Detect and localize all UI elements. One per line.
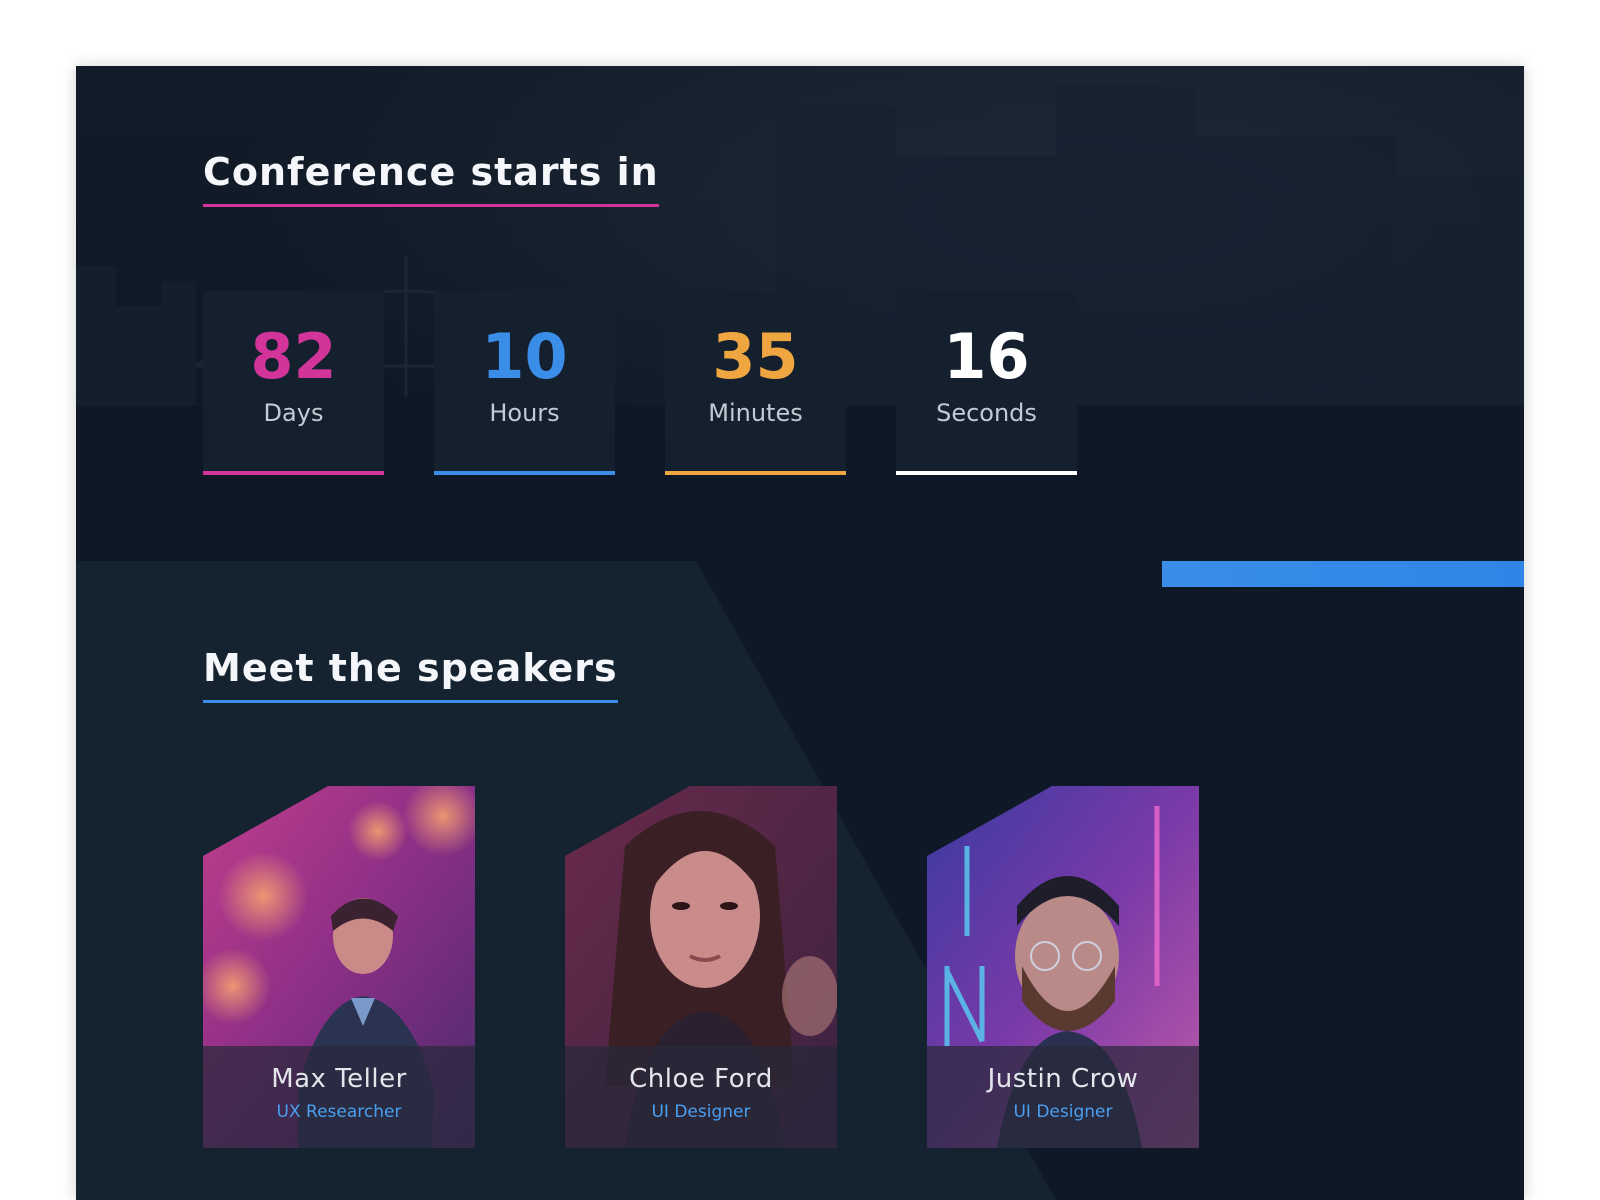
- countdown-days: 82 Days: [203, 291, 384, 475]
- speaker-caption: Justin Crow UI Designer: [927, 1046, 1199, 1148]
- days-value: 82: [250, 320, 337, 393]
- speaker-role: UI Designer: [651, 1102, 751, 1122]
- minutes-underline: [665, 471, 846, 475]
- countdown-minutes: 35 Minutes: [665, 291, 846, 475]
- seconds-label: Seconds: [936, 399, 1037, 427]
- countdown-title: Conference starts in: [203, 150, 659, 207]
- hours-value: 10: [481, 320, 568, 393]
- conference-page: Conference starts in 82 Days 10 Hours 35…: [76, 66, 1524, 1200]
- hours-label: Hours: [489, 399, 560, 427]
- days-label: Days: [263, 399, 324, 427]
- speaker-name: Chloe Ford: [629, 1064, 773, 1094]
- speaker-role: UI Designer: [1013, 1102, 1113, 1122]
- speaker-name: Justin Crow: [987, 1064, 1139, 1094]
- speakers-title: Meet the speakers: [203, 646, 618, 703]
- seconds-value: 16: [943, 320, 1030, 393]
- minutes-label: Minutes: [708, 399, 803, 427]
- speaker-role: UX Researcher: [276, 1102, 402, 1122]
- countdown-seconds: 16 Seconds: [896, 291, 1077, 475]
- speaker-caption: Chloe Ford UI Designer: [565, 1046, 837, 1148]
- speaker-name: Max Teller: [271, 1064, 407, 1094]
- days-underline: [203, 471, 384, 475]
- speaker-card-max-teller[interactable]: Max Teller UX Researcher: [203, 786, 475, 1148]
- hours-underline: [434, 471, 615, 475]
- countdown-hours: 10 Hours: [434, 291, 615, 475]
- accent-strip: [1162, 561, 1524, 587]
- seconds-underline: [896, 471, 1077, 475]
- minutes-value: 35: [712, 320, 799, 393]
- speaker-card-chloe-ford[interactable]: Chloe Ford UI Designer: [565, 786, 837, 1148]
- speaker-card-justin-crow[interactable]: Justin Crow UI Designer: [927, 786, 1199, 1148]
- speaker-caption: Max Teller UX Researcher: [203, 1046, 475, 1148]
